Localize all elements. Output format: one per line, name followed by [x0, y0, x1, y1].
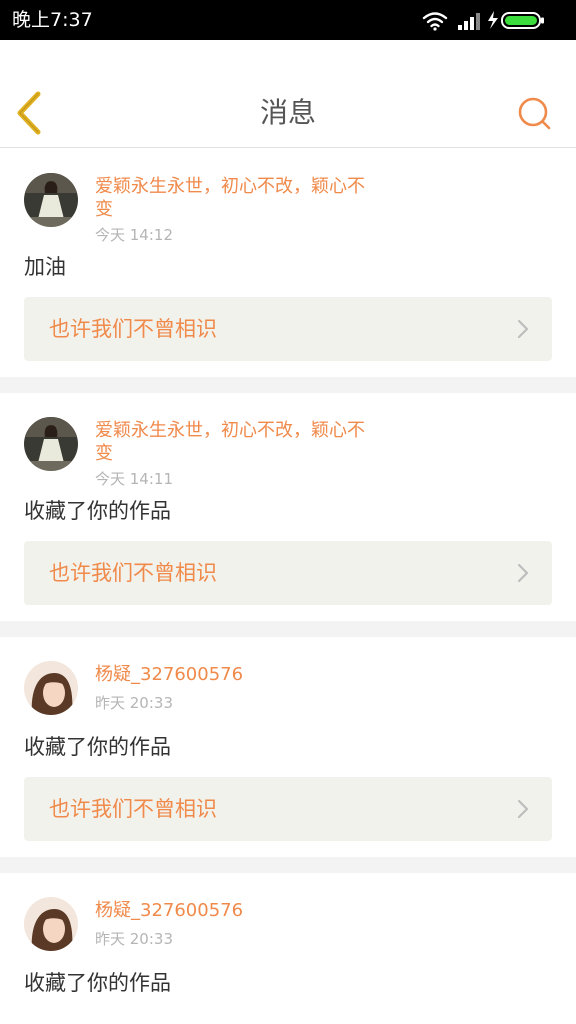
timestamp: 今天 14:11 — [95, 470, 173, 488]
card-divider — [0, 857, 576, 873]
message-header: 杨疑_327600576 昨天 20:33 — [24, 873, 552, 969]
timestamp: 今天 14:12 — [95, 226, 173, 244]
chevron-right-icon — [517, 563, 529, 583]
search-button[interactable] — [516, 95, 556, 135]
battery-icon — [501, 12, 544, 29]
status-time: 晚上7:37 — [12, 9, 93, 31]
signal-icon — [458, 13, 480, 30]
chevron-right-icon — [517, 799, 529, 819]
timestamp: 昨天 20:33 — [95, 694, 173, 712]
message-header: 爱颖永生永世，初心不改，颖心不变 今天 14:12 — [24, 149, 552, 253]
message-list: 爱颖永生永世，初心不改，颖心不变 今天 14:12 加油 也许我们不曾相识 爱颖… — [0, 149, 576, 1013]
message-card: 爱颖永生永世，初心不改，颖心不变 今天 14:11 收藏了你的作品 也许我们不曾… — [0, 393, 576, 605]
username[interactable]: 爱颖永生永世，初心不改，颖心不变 — [95, 419, 380, 465]
card-divider — [0, 621, 576, 637]
message-header: 爱颖永生永世，初心不改，颖心不变 今天 14:11 — [24, 393, 552, 497]
username[interactable]: 爱颖永生永世，初心不改，颖心不变 — [95, 175, 380, 221]
status-icons — [418, 8, 568, 32]
message-text: 收藏了你的作品 — [24, 735, 171, 759]
wifi-icon — [422, 12, 448, 31]
message-text: 收藏了你的作品 — [24, 971, 171, 995]
work-link[interactable]: 也许我们不曾相识 — [24, 541, 552, 605]
username[interactable]: 杨疑_327600576 — [95, 663, 380, 686]
timestamp: 昨天 20:33 — [95, 930, 173, 948]
work-title: 也许我们不曾相识 — [49, 561, 217, 585]
avatar[interactable] — [24, 417, 78, 471]
message-card: 杨疑_327600576 昨天 20:33 收藏了你的作品 也许我们不曾相识 — [0, 637, 576, 841]
avatar[interactable] — [24, 661, 78, 715]
username[interactable]: 杨疑_327600576 — [95, 899, 380, 922]
work-link[interactable]: 也许我们不曾相识 — [24, 297, 552, 361]
avatar[interactable] — [24, 897, 78, 951]
work-title: 也许我们不曾相识 — [49, 317, 217, 341]
work-title: 也许我们不曾相识 — [49, 797, 217, 821]
page-title: 消息 — [259, 96, 316, 129]
message-card: 杨疑_327600576 昨天 20:33 收藏了你的作品 — [0, 873, 576, 1013]
message-text: 加油 — [24, 255, 66, 279]
app-header: 消息 — [0, 40, 576, 148]
charging-icon — [488, 11, 498, 29]
avatar[interactable] — [24, 173, 78, 227]
message-text: 收藏了你的作品 — [24, 499, 171, 523]
chevron-right-icon — [517, 319, 529, 339]
card-divider — [0, 377, 576, 393]
search-icon — [518, 97, 551, 130]
message-card: 爱颖永生永世，初心不改，颖心不变 今天 14:12 加油 也许我们不曾相识 — [0, 149, 576, 361]
message-header: 杨疑_327600576 昨天 20:33 — [24, 637, 552, 733]
status-bar: 晚上7:37 — [0, 0, 576, 40]
work-link[interactable]: 也许我们不曾相识 — [24, 777, 552, 841]
